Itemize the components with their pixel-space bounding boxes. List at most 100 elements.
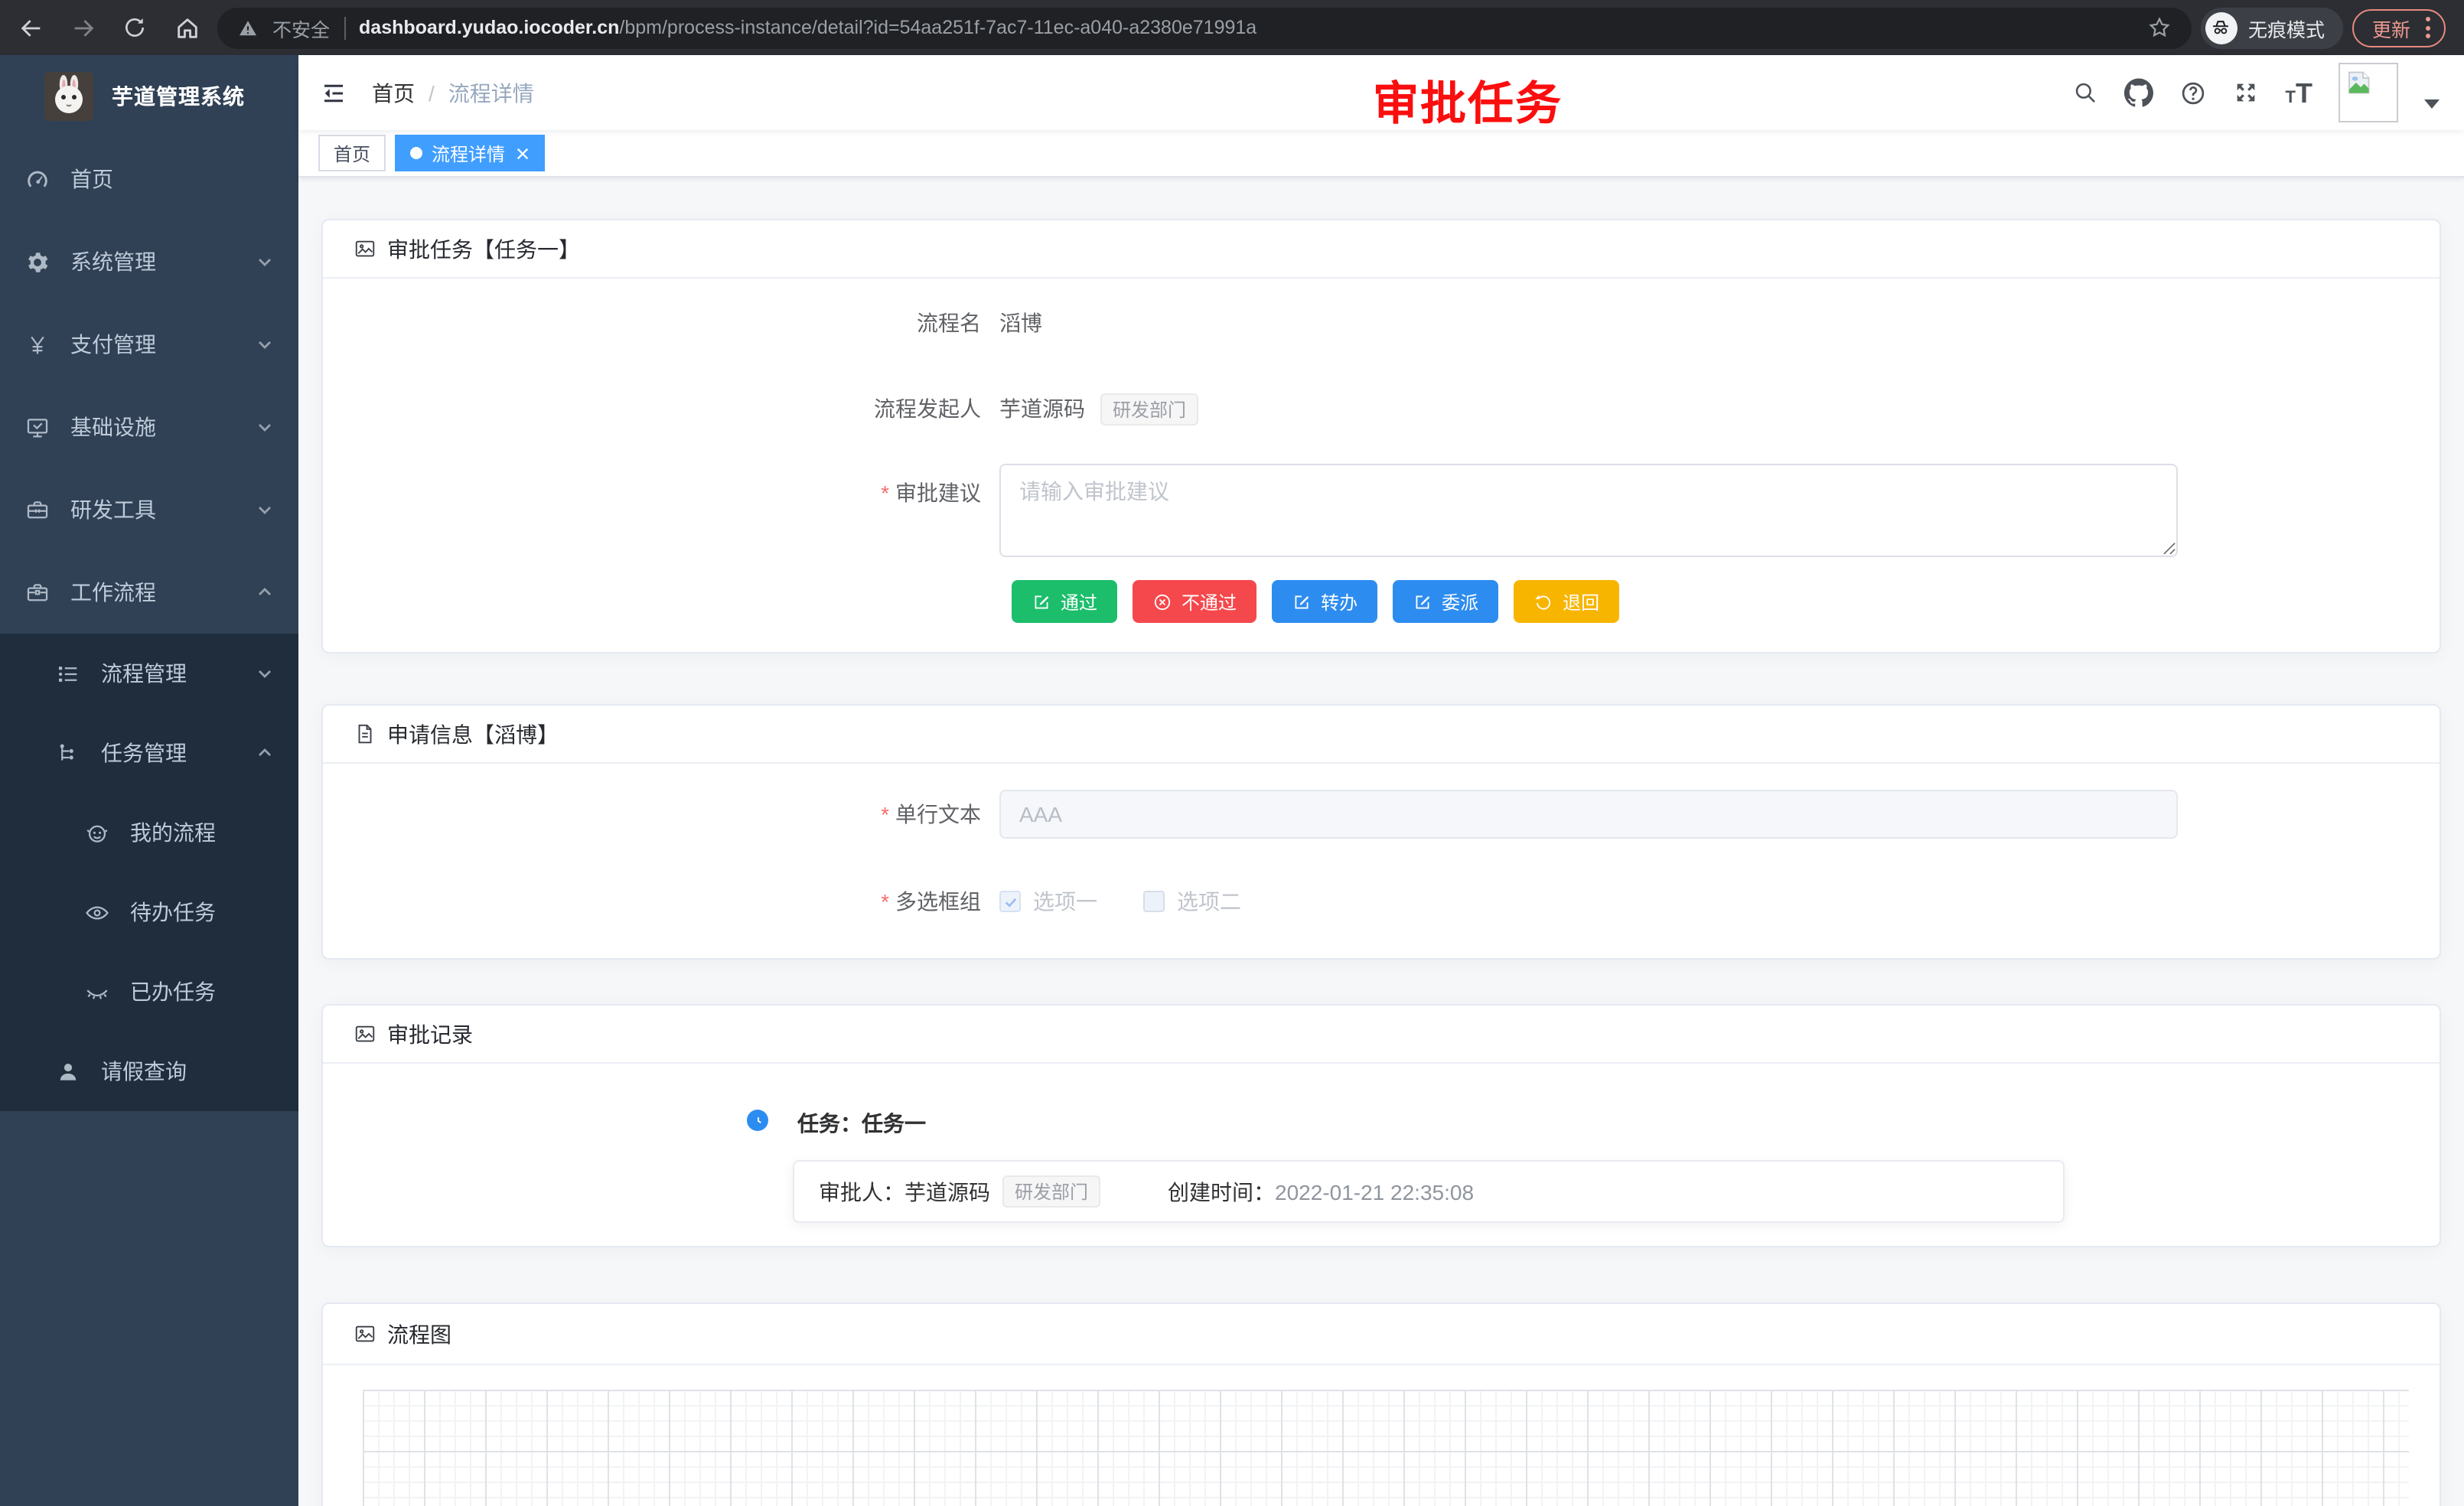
app-logo-row[interactable]: 芋道管理系统	[0, 55, 298, 138]
active-tab-dot	[410, 147, 422, 159]
initiator-value: 芋道源码 研发部门	[999, 393, 1198, 425]
created-time-label: 创建时间：	[1168, 1176, 1275, 1207]
edit-icon	[1413, 592, 1432, 611]
records-card-title: 审批记录	[387, 1019, 473, 1049]
tab-home[interactable]: 首页	[318, 135, 386, 171]
forward-button[interactable]	[61, 6, 104, 49]
browser-menu-icon[interactable]	[2423, 14, 2433, 41]
url-text[interactable]: dashboard.yudao.iocoder.cn/bpm/process-i…	[359, 17, 2133, 38]
chevron-down-icon	[256, 418, 274, 436]
app-logo	[44, 72, 93, 121]
sidebar-item-task-management[interactable]: 任务管理	[0, 713, 298, 793]
avatar-dropdown-caret[interactable]	[2424, 99, 2440, 108]
transfer-button[interactable]: 转办	[1272, 580, 1377, 623]
breadcrumb: 首页 / 流程详情	[372, 77, 534, 108]
checkbox-option-2: 选项二	[1143, 886, 1241, 917]
comment-label: *审批建议	[323, 464, 999, 508]
reject-button[interactable]: 不通过	[1133, 580, 1256, 623]
chevron-down-icon	[256, 500, 274, 519]
home-button[interactable]	[165, 6, 208, 49]
created-time-value: 2022-01-21 22:35:08	[1275, 1179, 1474, 1204]
delegate-button[interactable]: 委派	[1393, 580, 1498, 623]
breadcrumb-separator: /	[429, 80, 435, 105]
font-size-icon[interactable]: TT	[2286, 79, 2312, 106]
picture-icon	[354, 1322, 376, 1345]
avatar[interactable]	[2339, 63, 2398, 122]
search-icon[interactable]	[2073, 80, 2099, 106]
breadcrumb-current: 流程详情	[448, 77, 534, 108]
robot-face-icon	[84, 820, 110, 846]
initiator-row: 流程发起人 芋道源码 研发部门	[323, 381, 2409, 436]
chevron-down-icon	[256, 253, 274, 271]
collapse-sidebar-icon[interactable]	[320, 79, 347, 106]
eye-icon	[84, 899, 110, 925]
edit-icon	[1292, 592, 1312, 611]
sidebar-item-process-management[interactable]: 流程管理	[0, 634, 298, 713]
sidebar-item-payment[interactable]: 支付管理	[0, 303, 298, 386]
bookmark-star-icon[interactable]	[2147, 15, 2172, 40]
incognito-label: 无痕模式	[2248, 13, 2325, 42]
diagram-card-header: 流程图	[323, 1304, 2440, 1365]
required-asterisk: *	[881, 481, 889, 505]
approver-label: 审批人：	[819, 1176, 904, 1207]
comment-row: *审批建议	[323, 464, 2409, 557]
github-icon[interactable]	[2125, 78, 2154, 107]
rotate-left-icon	[1533, 592, 1553, 611]
gear-icon	[24, 249, 51, 275]
process-name-value: 滔博	[999, 308, 1042, 338]
update-label[interactable]: 更新	[2372, 13, 2410, 42]
sidebar-item-system[interactable]: 系统管理	[0, 220, 298, 303]
workflow-submenu: 流程管理 任务管理 我的流程 待办任务 已办任务 请假	[0, 634, 298, 1111]
required-asterisk: *	[881, 889, 889, 914]
edit-icon	[1032, 592, 1051, 611]
url-path: /bpm/process-instance/detail?id=54aa251f…	[619, 17, 1256, 38]
toolbox-icon	[24, 497, 51, 523]
application-card-title: 申请信息【滔博】	[387, 719, 559, 749]
user-icon	[55, 1058, 81, 1084]
close-tab-icon[interactable]	[516, 146, 530, 160]
sidebar-item-workflow[interactable]: 工作流程	[0, 551, 298, 634]
address-bar[interactable]: 不安全 dashboard.yudao.iocoder.cn/bpm/proce…	[217, 7, 2192, 48]
sidebar: 芋道管理系统 首页 系统管理 支付管理 基础设施 研发工具	[0, 55, 298, 1506]
browser-chrome: 不安全 dashboard.yudao.iocoder.cn/bpm/proce…	[0, 0, 2464, 55]
approve-button[interactable]: 通过	[1012, 580, 1117, 623]
sidebar-item-leave-query[interactable]: 请假查询	[0, 1032, 298, 1111]
list-tree-icon	[55, 660, 81, 686]
tab-process-detail[interactable]: 流程详情	[395, 135, 545, 171]
approver-name: 芋道源码	[904, 1176, 990, 1207]
picture-icon	[354, 237, 376, 260]
breadcrumb-home[interactable]: 首页	[372, 77, 415, 108]
org-tree-icon	[55, 740, 81, 766]
sidebar-item-my-process[interactable]: 我的流程	[0, 793, 298, 872]
sidebar-item-infrastructure[interactable]: 基础设施	[0, 386, 298, 468]
chevron-down-icon	[256, 664, 274, 683]
url-domain: dashboard.yudao.iocoder.cn	[359, 17, 619, 38]
comment-textarea[interactable]	[999, 464, 2178, 557]
chevron-down-icon	[256, 335, 274, 354]
incognito-badge: 无痕模式	[2201, 7, 2343, 48]
approver-dept-tag: 研发部门	[1002, 1175, 1100, 1208]
help-icon[interactable]	[2180, 79, 2208, 106]
checkbox-unchecked-icon	[1143, 891, 1165, 912]
browser-update-button[interactable]: 更新	[2352, 8, 2446, 47]
process-diagram-card: 流程图	[321, 1302, 2441, 1506]
checkbox-checked-icon	[999, 891, 1021, 912]
bpmn-canvas-grid[interactable]	[363, 1390, 2409, 1506]
return-button[interactable]: 退回	[1514, 580, 1619, 623]
browser-window: 不安全 dashboard.yudao.iocoder.cn/bpm/proce…	[0, 0, 2464, 1506]
reload-button[interactable]	[113, 6, 156, 49]
back-button[interactable]	[9, 6, 52, 49]
sidebar-item-dev-tools[interactable]: 研发工具	[0, 468, 298, 551]
initiator-dept-tag: 研发部门	[1100, 393, 1198, 425]
chevron-up-icon	[256, 744, 274, 762]
sidebar-item-todo-tasks[interactable]: 待办任务	[0, 872, 298, 952]
fullscreen-icon[interactable]	[2234, 80, 2260, 106]
sidebar-item-done-tasks[interactable]: 已办任务	[0, 952, 298, 1032]
sidebar-item-home[interactable]: 首页	[0, 138, 298, 220]
yuan-icon	[24, 331, 51, 357]
annotation-overlay-text: 审批任务	[1373, 66, 1563, 133]
incognito-icon	[2205, 11, 2237, 44]
document-icon	[354, 722, 376, 745]
security-label[interactable]: 不安全	[272, 13, 330, 42]
application-info-card: 申请信息【滔博】 *单行文本 *多选框组 选项一 选项二	[321, 704, 2441, 960]
